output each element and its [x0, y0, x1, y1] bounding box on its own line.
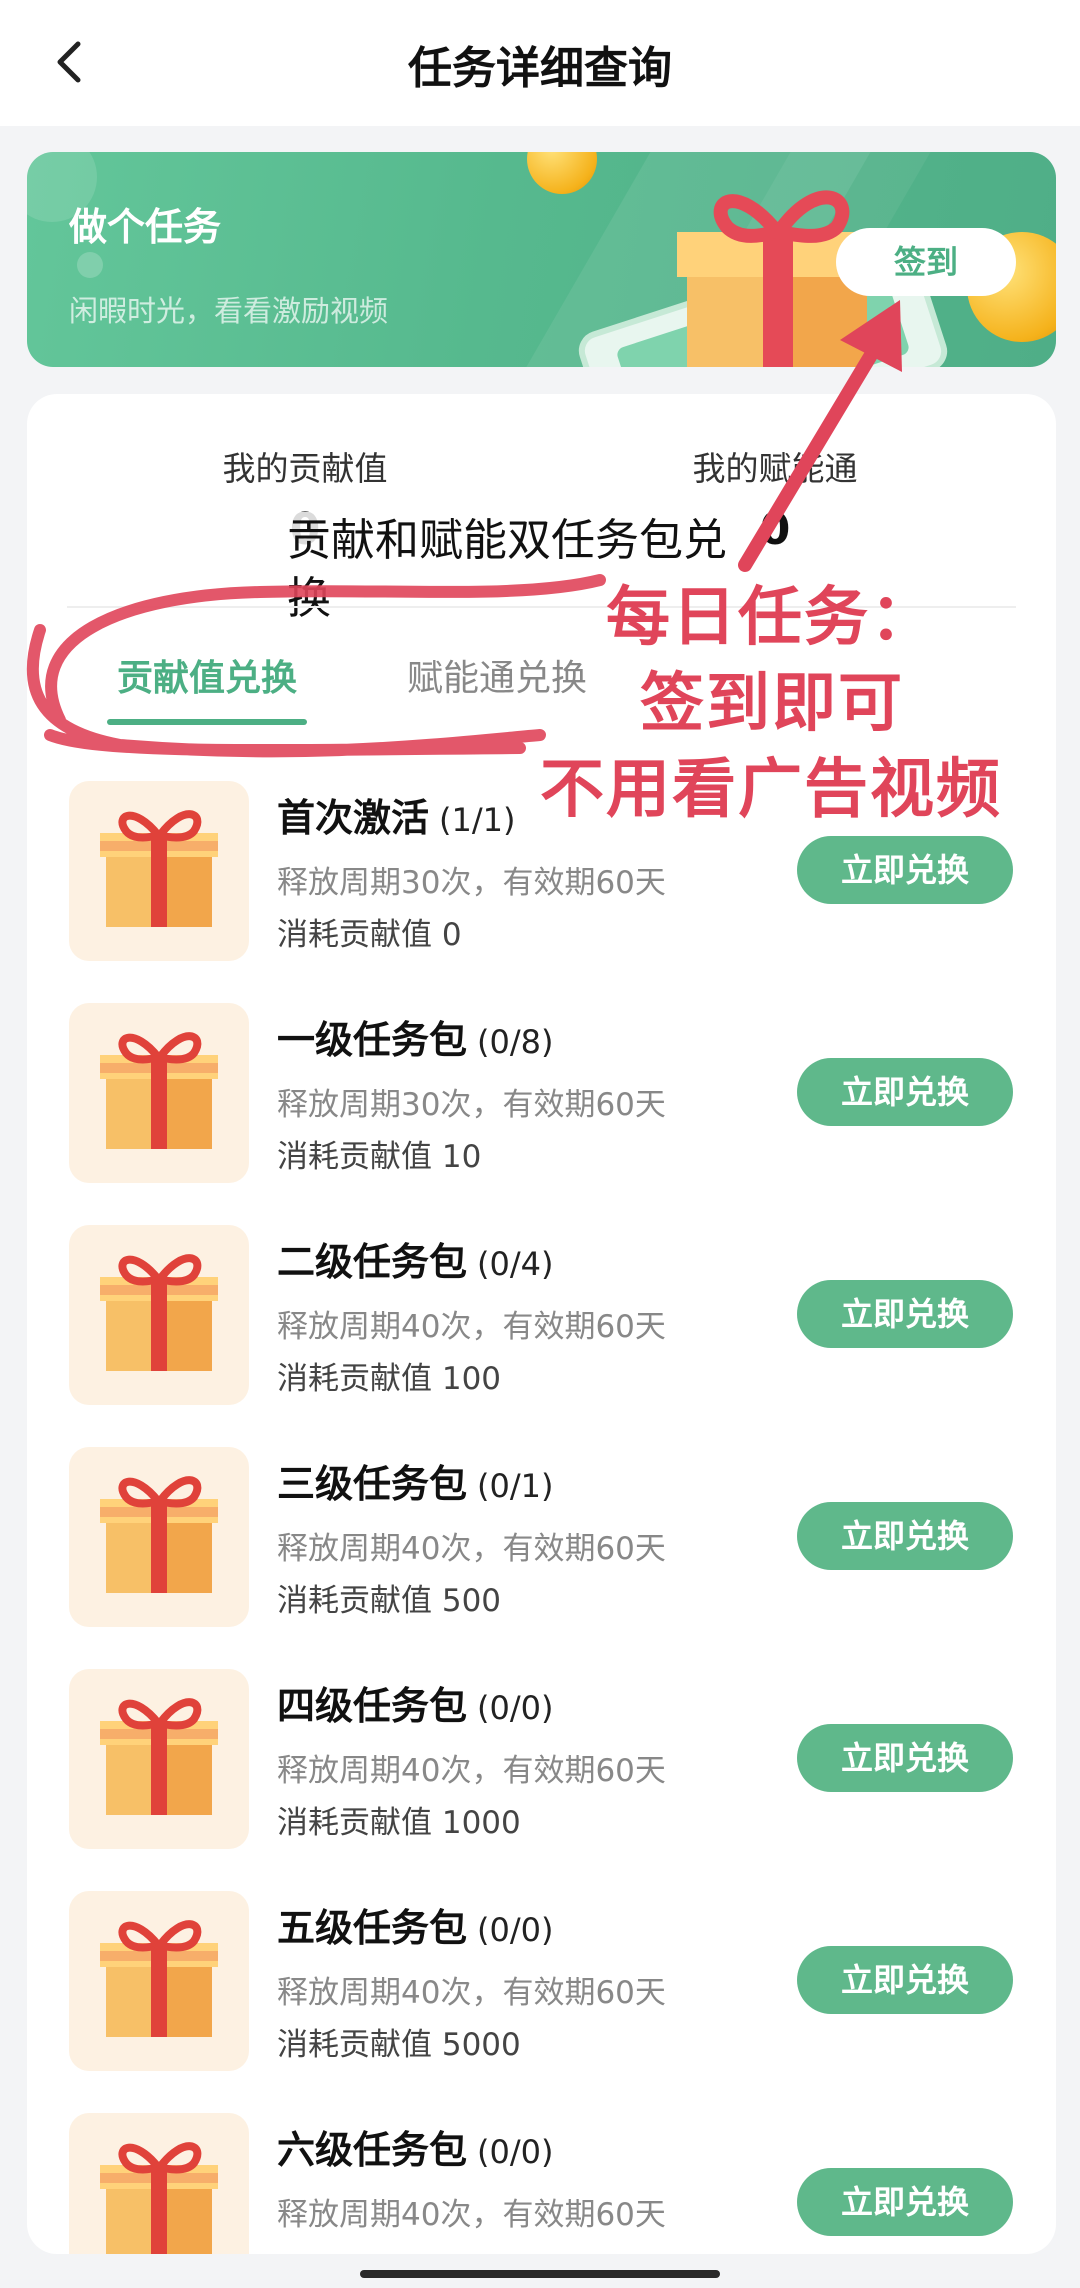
redeem-button[interactable]: 立即兑换 [797, 836, 1013, 904]
banner-title: 做个任务 [69, 205, 222, 249]
package-image [69, 2113, 249, 2254]
package-cost: 消耗贡献值 10 [277, 1139, 482, 1175]
package-description: 释放周期40次，有效期60天 [277, 2197, 666, 2233]
package-count: (0/4) [477, 1245, 554, 1283]
tab-empower-exchange[interactable]: 赋能通兑换 [407, 649, 587, 701]
package-image [69, 1669, 249, 1849]
package-title: 二级任务包 (0/4) [277, 1240, 554, 1284]
package-count: (0/0) [477, 1911, 554, 1949]
package-image [69, 781, 249, 961]
redeem-button[interactable]: 立即兑换 [797, 1280, 1013, 1348]
package-cost: 消耗贡献值 0 [277, 917, 462, 953]
gift-icon [100, 1254, 218, 1371]
package-image [69, 1003, 249, 1183]
package-count: (0/1) [477, 1467, 554, 1505]
redeem-button[interactable]: 立即兑换 [797, 1724, 1013, 1792]
tab-contribution-exchange[interactable]: 贡献值兑换 [117, 649, 297, 701]
package-description: 释放周期40次，有效期60天 [277, 1309, 666, 1345]
package-item: 六级任务包 (0/0) 释放周期40次，有效期60天 立即兑换 [27, 2113, 1056, 2254]
package-title: 六级任务包 (0/0) [277, 2128, 554, 2172]
package-item: 一级任务包 (0/8) 释放周期30次，有效期60天 消耗贡献值 10 立即兑换 [27, 1003, 1056, 1183]
annotation-line: 每日任务： [606, 581, 936, 655]
gift-icon [100, 2142, 218, 2254]
coin-icon [527, 152, 597, 194]
redeem-button[interactable]: 立即兑换 [797, 1058, 1013, 1126]
gift-icon [100, 810, 218, 927]
package-count: (0/0) [477, 1689, 554, 1727]
package-cost: 消耗贡献值 500 [277, 1583, 502, 1619]
package-title: 首次激活 (1/1) [277, 796, 516, 840]
sign-in-button[interactable]: 签到 [836, 228, 1016, 296]
package-item: 四级任务包 (0/0) 释放周期40次，有效期60天 消耗贡献值 1000 立即兑… [27, 1669, 1056, 1849]
package-title: 四级任务包 (0/0) [277, 1684, 554, 1728]
redeem-button[interactable]: 立即兑换 [797, 1946, 1013, 2014]
active-tab-indicator [107, 719, 307, 725]
page-title: 任务详细查询 [408, 43, 672, 94]
package-title: 三级任务包 (0/1) [277, 1462, 554, 1506]
package-title: 一级任务包 (0/8) [277, 1018, 554, 1062]
gift-icon [100, 1920, 218, 2037]
gift-icon [100, 1698, 218, 1815]
package-description: 释放周期40次，有效期60天 [277, 1531, 666, 1567]
package-item: 三级任务包 (0/1) 释放周期40次，有效期60天 消耗贡献值 500 立即兑换 [27, 1447, 1056, 1627]
package-cost: 消耗贡献值 5000 [277, 2027, 521, 2063]
package-cost: 消耗贡献值 100 [277, 1361, 502, 1397]
package-description: 释放周期30次，有效期60天 [277, 865, 666, 901]
task-banner: 做个任务 闲暇时光，看看激励视频 签到 [27, 152, 1056, 367]
package-item: 二级任务包 (0/4) 释放周期40次，有效期60天 消耗贡献值 100 立即兑换 [27, 1225, 1056, 1405]
contribution-label: 我的贡献值 [222, 449, 388, 488]
package-cost: 消耗贡献值 1000 [277, 1805, 521, 1841]
package-count: (1/1) [439, 801, 516, 839]
home-indicator [360, 2270, 720, 2278]
package-image [69, 1447, 249, 1627]
package-description: 释放周期40次，有效期60天 [277, 1975, 666, 2011]
gift-icon [100, 1032, 218, 1149]
package-description: 释放周期30次，有效期60天 [277, 1087, 666, 1123]
decor-circle [77, 252, 103, 278]
package-count: (0/0) [477, 2133, 554, 2171]
redeem-button[interactable]: 立即兑换 [797, 1502, 1013, 1570]
package-image [69, 1225, 249, 1405]
banner-subtitle: 闲暇时光，看看激励视频 [69, 294, 389, 328]
top-bar: 任务详细查询 [0, 0, 1080, 126]
empower-label: 我的赋能通 [692, 449, 858, 488]
package-image [69, 1891, 249, 2071]
gift-icon [100, 1476, 218, 1593]
package-description: 释放周期40次，有效期60天 [277, 1753, 666, 1789]
annotation-line: 不用看广告视频 [540, 753, 1002, 827]
package-title: 五级任务包 (0/0) [277, 1906, 554, 1950]
package-count: (0/8) [477, 1023, 554, 1061]
annotation-line: 签到即可 [640, 667, 904, 741]
redeem-button[interactable]: 立即兑换 [797, 2168, 1013, 2236]
package-item: 五级任务包 (0/0) 释放周期40次，有效期60天 消耗贡献值 5000 立即兑… [27, 1891, 1056, 2071]
